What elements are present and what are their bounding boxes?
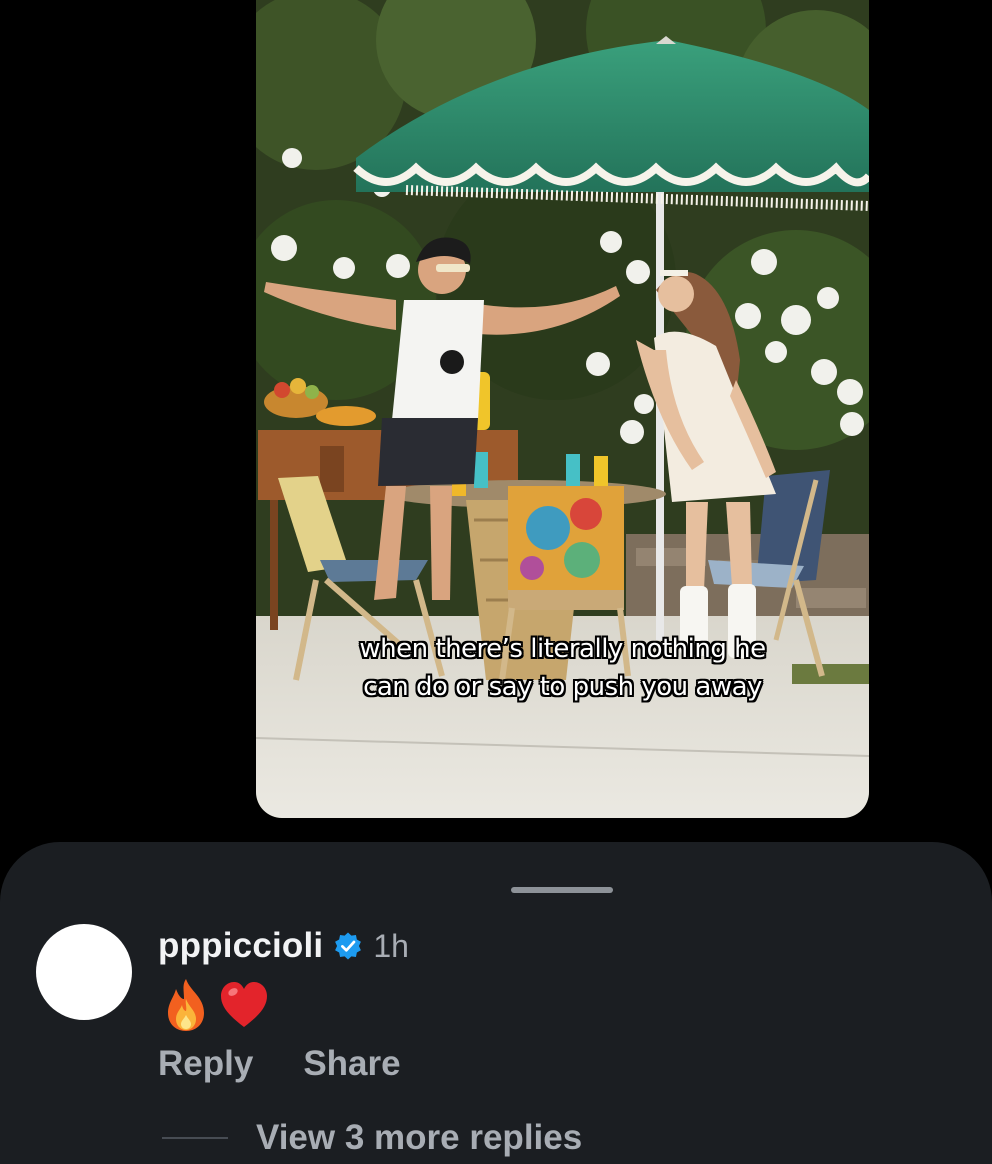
- view-more-replies-button[interactable]: View 3 more replies: [162, 1118, 582, 1158]
- comment-actions: Reply Share: [158, 1044, 401, 1084]
- red-heart-emoji-icon: [221, 982, 267, 1027]
- comment-text: [160, 976, 270, 1034]
- screen: when there’s literally nothing he can do…: [0, 0, 992, 1164]
- comments-sheet: pppiccioli 1h Reply Share View 3 more re…: [0, 842, 992, 1164]
- video-preview[interactable]: when there’s literally nothing he can do…: [256, 0, 869, 818]
- caption-line: can do or say to push you away: [363, 672, 762, 702]
- replies-divider: [162, 1137, 228, 1139]
- comment-header: pppiccioli 1h: [158, 926, 409, 966]
- comment-timestamp: 1h: [373, 927, 409, 964]
- fire-emoji-icon: [168, 979, 204, 1031]
- share-button[interactable]: Share: [303, 1044, 400, 1084]
- view-more-replies-label: View 3 more replies: [256, 1118, 583, 1157]
- comment-username[interactable]: pppiccioli: [158, 926, 323, 966]
- verified-badge-icon: [335, 932, 362, 960]
- caption-line: when there’s literally nothing he: [359, 634, 766, 664]
- reply-button[interactable]: Reply: [158, 1044, 253, 1084]
- video-caption: when there’s literally nothing he can do…: [256, 630, 869, 706]
- sheet-drag-handle[interactable]: [511, 887, 613, 893]
- avatar[interactable]: [36, 924, 132, 1020]
